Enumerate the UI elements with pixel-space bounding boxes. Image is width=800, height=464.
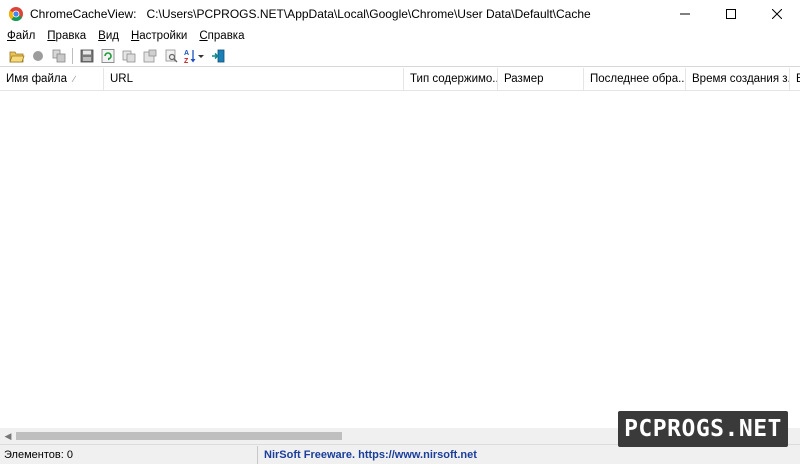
sort-icon: A Z (184, 49, 204, 64)
maximize-icon (726, 9, 736, 19)
svg-text:A: A (184, 50, 189, 57)
menu-edit[interactable]: Правка (47, 30, 86, 42)
menu-file[interactable]: Файл (7, 30, 35, 42)
status-bar: Элементов: 0 NirSoft Freeware. https://w… (0, 444, 800, 464)
open-folder-icon (8, 51, 25, 62)
item-count: Элементов: 0 (0, 445, 258, 464)
title-bar: ChromeCacheView: C:\Users\PCPROGS.NET\Ap… (0, 0, 800, 28)
column-header-url[interactable]: URL (104, 68, 404, 91)
close-icon (772, 9, 782, 19)
refresh-button[interactable] (97, 46, 118, 66)
watermark: PCPROGS.NET (618, 411, 788, 447)
minimize-icon (680, 13, 690, 15)
find-icon (165, 49, 177, 62)
window-title-path: C:\Users\PCPROGS.NET\AppData\Local\Googl… (146, 7, 591, 21)
window-title-app: ChromeCacheView: (30, 7, 137, 21)
copy-icon (122, 50, 135, 62)
sort-arrow-icon: ∕ (73, 74, 75, 84)
menu-view[interactable]: Вид (98, 30, 119, 42)
svg-text:Z: Z (184, 58, 189, 64)
scroll-left-icon[interactable]: ◀ (0, 428, 16, 444)
save-icon (80, 49, 93, 62)
chrome-icon (8, 7, 23, 22)
open-folder-button[interactable] (6, 46, 27, 66)
nirsoft-link[interactable]: NirSoft Freeware. https://www.nirsoft.ne… (258, 449, 477, 461)
scrollbar-thumb[interactable] (16, 432, 342, 440)
stop-icon (32, 50, 43, 61)
find-button[interactable] (160, 46, 181, 66)
copy-files-icon (52, 49, 65, 62)
minimize-button[interactable] (662, 0, 708, 28)
column-header-more[interactable]: В (790, 68, 800, 91)
column-header-creation-time[interactable]: Время создания з... (686, 68, 790, 91)
menu-bar: Файл Правка Вид Настройки Справка (0, 28, 800, 44)
exit-button[interactable] (207, 46, 228, 66)
list-header: Имя файла ∕ URL Тип содержимо... Размер П… (0, 68, 800, 91)
sort-button[interactable]: A Z (181, 46, 207, 66)
menu-help[interactable]: Справка (199, 30, 244, 42)
properties-button[interactable] (139, 46, 160, 66)
menu-settings[interactable]: Настройки (131, 30, 187, 42)
copy-files-button[interactable] (48, 46, 69, 66)
watermark-text: PCPROGS.NET (624, 416, 782, 442)
column-header-last-accessed[interactable]: Последнее обра... (584, 68, 686, 91)
stop-button[interactable] (27, 46, 48, 66)
column-header-filename[interactable]: Имя файла ∕ (0, 68, 104, 91)
close-button[interactable] (754, 0, 800, 28)
properties-icon (143, 49, 156, 62)
maximize-button[interactable] (708, 0, 754, 28)
column-header-size[interactable]: Размер (498, 68, 584, 91)
column-header-content-type[interactable]: Тип содержимо... (404, 68, 498, 91)
cache-list[interactable] (0, 91, 800, 428)
toolbar: A Z (0, 45, 800, 67)
exit-icon (211, 49, 224, 62)
save-button[interactable] (76, 46, 97, 66)
refresh-icon (101, 48, 114, 63)
copy-button[interactable] (118, 46, 139, 66)
